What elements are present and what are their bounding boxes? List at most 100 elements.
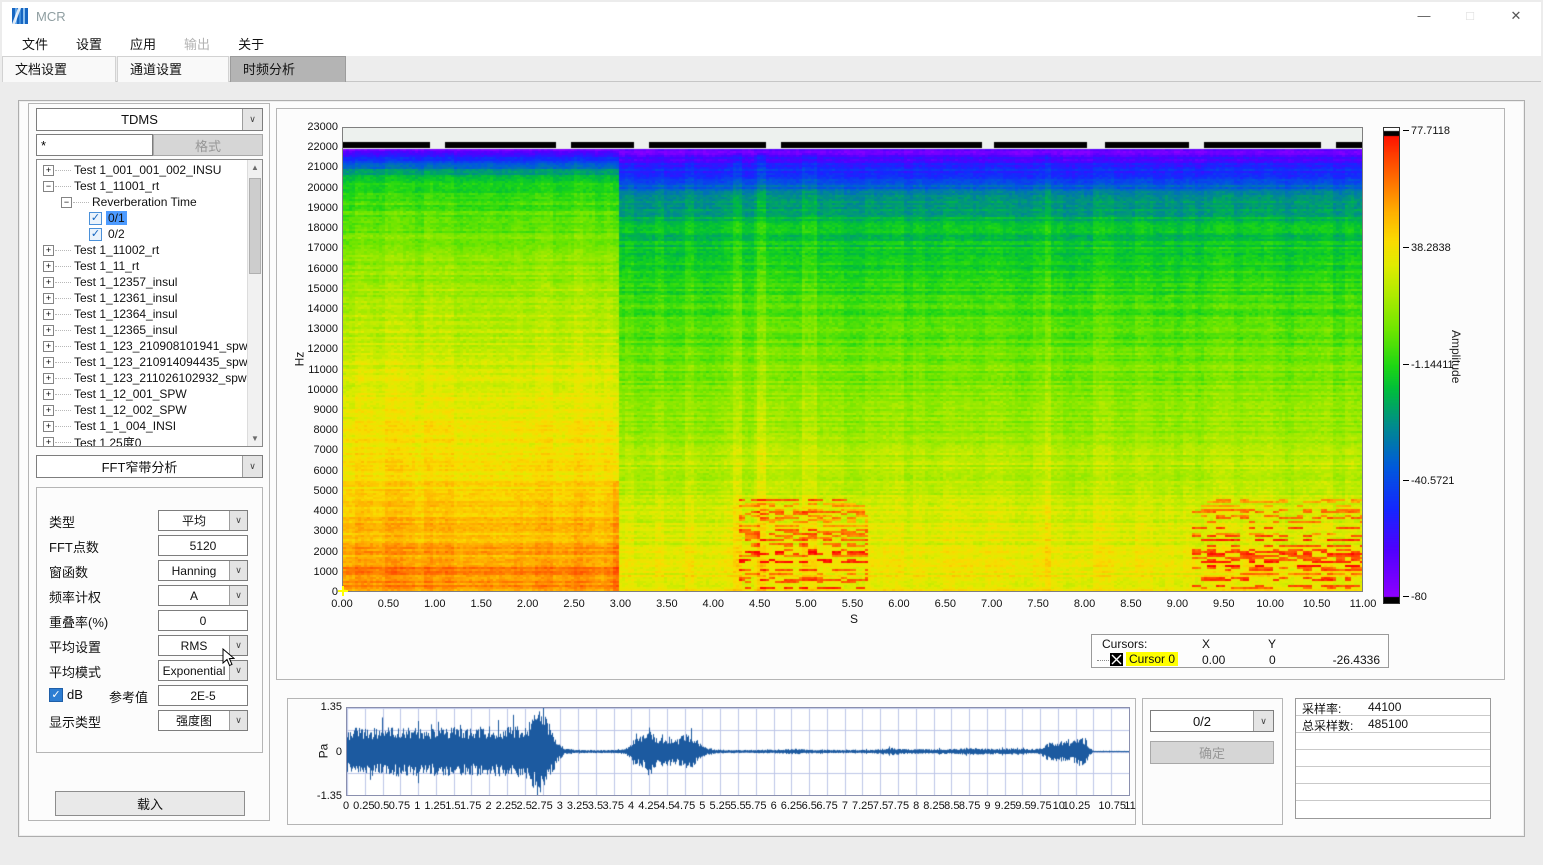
waveform-x-tick: 4.75 bbox=[674, 800, 695, 812]
close-button[interactable]: ✕ bbox=[1493, 2, 1539, 30]
maximize-button[interactable]: □ bbox=[1447, 2, 1493, 30]
x-tick: 7.00 bbox=[981, 598, 1002, 610]
db-checkbox[interactable]: ✓ bbox=[49, 688, 63, 702]
cursor-0-x-value: 0.00 bbox=[1202, 653, 1225, 667]
menu-item-file[interactable]: 文件 bbox=[8, 34, 62, 53]
info-value: 485100 bbox=[1368, 717, 1408, 731]
tree-item[interactable]: +Test 1_12_002_SPW bbox=[37, 402, 262, 418]
tab-document-settings[interactable]: 文档设置 bbox=[2, 56, 116, 82]
setting-frequency-weighting-select[interactable]: A∨ bbox=[158, 585, 248, 606]
tree-expander-icon[interactable]: + bbox=[43, 341, 54, 352]
scrollbar-thumb[interactable] bbox=[249, 178, 261, 274]
tree-expander-icon[interactable]: − bbox=[61, 197, 72, 208]
chevron-down-icon: ∨ bbox=[229, 511, 247, 530]
tree-item[interactable]: + Test 1_12361_insul bbox=[37, 290, 262, 306]
tree-scrollbar[interactable]: ▲ ▼ bbox=[247, 160, 262, 446]
tree-expander-icon[interactable]: + bbox=[43, 309, 54, 320]
menu-item-settings[interactable]: 设置 bbox=[62, 34, 116, 53]
tree-expander-icon[interactable]: + bbox=[43, 165, 54, 176]
analysis-type-select[interactable]: FFT窄带分析 ∨ bbox=[36, 455, 263, 478]
info-row: 采样率:44100 bbox=[1296, 699, 1490, 716]
tree-item[interactable]: ✓0/1 bbox=[37, 210, 262, 226]
tree-item[interactable]: +Test 1_001_001_002_INSU bbox=[37, 162, 262, 178]
tree-expander-icon[interactable]: + bbox=[43, 421, 54, 432]
tree-item[interactable]: +Test 1_12_001_SPW bbox=[37, 386, 262, 402]
chevron-down-icon: ∨ bbox=[1253, 711, 1273, 731]
tree-item-label: Test 1_123_210914094435_spw bbox=[72, 355, 249, 369]
tree-expander-icon[interactable]: + bbox=[43, 373, 54, 384]
tree-item[interactable]: +Test 1_11002_rt bbox=[37, 242, 262, 258]
setting-fft-points-input[interactable]: 5120 bbox=[158, 535, 248, 556]
file-tree[interactable]: ▲ ▼ +Test 1_001_001_002_INSU−Test 1_1100… bbox=[36, 159, 263, 447]
checkbox-icon[interactable]: ✓ bbox=[89, 212, 102, 225]
waveform-x-tick: 3.5 bbox=[588, 800, 603, 812]
checkbox-icon[interactable]: ✓ bbox=[89, 228, 102, 241]
tree-item-label: Test 1_12361_insul bbox=[72, 291, 179, 305]
y-tick: 22000 bbox=[307, 141, 338, 153]
setting-display-type-select[interactable]: 强度图∨ bbox=[158, 710, 248, 731]
waveform-x-tick: 5 bbox=[699, 800, 705, 812]
tree-item[interactable]: +Test 1 25度0 bbox=[37, 434, 262, 447]
x-tick: 9.50 bbox=[1213, 598, 1234, 610]
tree-item[interactable]: +Test 1_123_210908101941_spw bbox=[37, 338, 262, 354]
tree-item[interactable]: + Test 1_123_210914094435_spw bbox=[37, 354, 262, 370]
minimize-button[interactable]: — bbox=[1401, 2, 1447, 30]
x-tick: 7.50 bbox=[1027, 598, 1048, 610]
load-button[interactable]: 载入 bbox=[55, 791, 245, 816]
tree-item[interactable]: + Test 1_12357_insul bbox=[37, 274, 262, 290]
x-tick: 8.50 bbox=[1120, 598, 1141, 610]
setting-label: 重叠率(%) bbox=[49, 612, 108, 631]
setting-window-function-select[interactable]: Hanning∨ bbox=[158, 560, 248, 581]
tree-item[interactable]: +Test 1_123_211026102932_spw bbox=[37, 370, 262, 386]
file-format-select[interactable]: TDMS ∨ bbox=[36, 108, 263, 131]
tree-item[interactable]: −Reverberation Time bbox=[37, 194, 262, 210]
tree-expander-icon[interactable]: + bbox=[43, 325, 54, 336]
tab-channel-settings[interactable]: 通道设置 bbox=[117, 56, 229, 82]
info-row-empty bbox=[1296, 784, 1490, 801]
setting-type-select[interactable]: 平均∨ bbox=[158, 510, 248, 531]
scroll-down-icon[interactable]: ▼ bbox=[248, 431, 262, 446]
tree-expander-icon[interactable]: − bbox=[43, 181, 54, 192]
tree-item[interactable]: ✓0/2 bbox=[37, 226, 262, 242]
cursor-0-marker[interactable] bbox=[338, 586, 348, 596]
tree-item[interactable]: −Test 1_11001_rt bbox=[37, 178, 262, 194]
tree-expander-icon[interactable]: + bbox=[43, 389, 54, 400]
setting-overlap-percent-input[interactable]: 0 bbox=[158, 610, 248, 631]
cursor-0-amplitude-value: -26.4336 bbox=[1333, 653, 1380, 667]
spectrogram-canvas[interactable] bbox=[343, 128, 1362, 591]
waveform-x-tick: 2.75 bbox=[531, 800, 552, 812]
tree-expander-icon[interactable]: + bbox=[43, 293, 54, 304]
tree-expander-icon[interactable]: + bbox=[43, 357, 54, 368]
waveform-y-tick: 0 bbox=[336, 746, 342, 758]
menu-item-application[interactable]: 应用 bbox=[116, 34, 170, 53]
tab-time-frequency-analysis[interactable]: 时频分析 bbox=[230, 56, 346, 82]
tree-item[interactable]: +Test 1_1_004_INSI bbox=[37, 418, 262, 434]
tree-item[interactable]: +Test 1_12364_insul bbox=[37, 306, 262, 322]
channel-select[interactable]: 0/2 ∨ bbox=[1150, 710, 1274, 732]
tree-expander-icon[interactable]: + bbox=[43, 437, 54, 448]
tree-item[interactable]: +Test 1_11_rt bbox=[37, 258, 262, 274]
x-tick: 4.00 bbox=[703, 598, 724, 610]
waveform-canvas[interactable] bbox=[347, 708, 1129, 795]
tree-expander-icon[interactable]: + bbox=[43, 261, 54, 272]
y-tick: 9000 bbox=[314, 404, 338, 416]
spectrogram-plot bbox=[342, 127, 1363, 592]
waveform-x-tick: 8.25 bbox=[923, 800, 944, 812]
tree-item[interactable]: +Test 1_12365_insul bbox=[37, 322, 262, 338]
scroll-up-icon[interactable]: ▲ bbox=[248, 160, 262, 175]
cursor-0-label[interactable]: Cursor 0 bbox=[1126, 652, 1178, 666]
tree-item-label: Test 1_12357_insul bbox=[72, 275, 179, 289]
filter-input[interactable] bbox=[37, 135, 152, 155]
cursor-crosshair-icon[interactable] bbox=[1110, 653, 1123, 666]
setting-reference-value-input[interactable]: 2E-5 bbox=[158, 685, 248, 706]
waveform-x-tick: 5.5 bbox=[730, 800, 745, 812]
menu-item-about[interactable]: 关于 bbox=[224, 34, 278, 53]
spectrogram-y-axis-label: Hz bbox=[292, 352, 306, 367]
tree-expander-icon[interactable]: + bbox=[43, 405, 54, 416]
tree-expander-icon[interactable]: + bbox=[43, 277, 54, 288]
tree-expander-icon[interactable]: + bbox=[43, 245, 54, 256]
window-controls: — □ ✕ bbox=[1401, 2, 1539, 30]
cursors-panel: Cursors: X Y Cursor 0 0.00 0 -26.4336 bbox=[1091, 634, 1389, 668]
x-tick: 6.50 bbox=[935, 598, 956, 610]
tab-strip: 文档设置通道设置时频分析 bbox=[2, 56, 1541, 82]
